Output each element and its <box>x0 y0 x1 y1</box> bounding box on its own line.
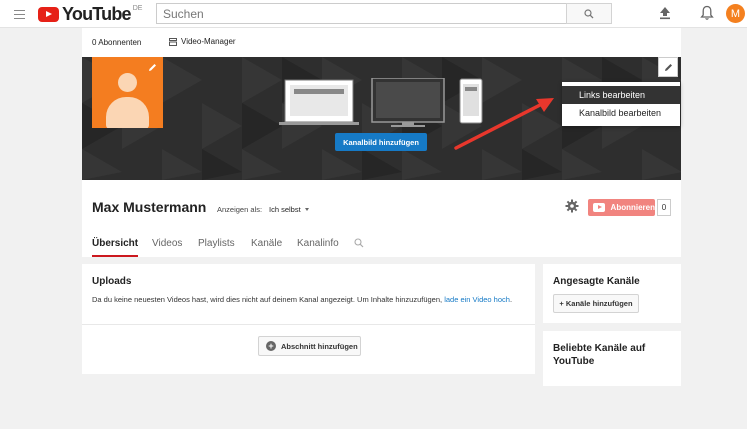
plus-icon: + <box>266 341 276 351</box>
annotation-arrow <box>454 98 554 150</box>
avatar-body <box>106 97 149 128</box>
youtube-logo[interactable]: YouTube DE <box>38 4 142 24</box>
uploads-description: Da du keine neuesten Videos hast, wird d… <box>92 295 522 305</box>
tab-channels[interactable]: Kanäle <box>251 238 282 257</box>
edit-banner-button[interactable] <box>658 57 678 77</box>
pencil-icon <box>664 63 672 71</box>
add-channels-button[interactable]: + Kanäle hinzufügen <box>553 294 639 313</box>
view-as-dropdown[interactable]: Ich selbst <box>269 205 309 214</box>
subscriber-count: 0 Abonnenten <box>92 38 142 47</box>
add-section-label: Abschnitt hinzufügen <box>281 341 358 351</box>
logo-text: YouTube <box>62 3 132 24</box>
subscriber-count-badge: 0 <box>657 199 671 216</box>
popular-channels-title: Beliebte Kanäle auf YouTube <box>553 343 646 367</box>
youtube-play-icon <box>38 6 59 22</box>
search-button[interactable] <box>566 3 612 24</box>
add-section-button[interactable]: + Abschnitt hinzufügen <box>258 336 361 356</box>
menu-item-edit-channel-art[interactable]: Kanalbild bearbeiten <box>562 104 680 122</box>
tab-videos[interactable]: Videos <box>152 238 182 257</box>
channel-subbar: 0 Abonnenten Video-Manager <box>82 28 681 57</box>
view-as-label: Anzeigen als: <box>217 205 263 214</box>
divider <box>82 324 535 325</box>
youtube-play-icon <box>593 203 605 212</box>
edit-avatar-button[interactable] <box>142 57 162 77</box>
pencil-icon <box>148 63 156 71</box>
logo-region: DE <box>132 5 143 12</box>
upload-icon[interactable] <box>658 6 672 20</box>
menu-icon[interactable] <box>14 7 25 21</box>
menu-item-edit-links[interactable]: Links bearbeiten <box>562 86 680 104</box>
bell-icon[interactable] <box>700 5 714 21</box>
search-input[interactable] <box>156 3 566 24</box>
account-avatar[interactable]: M <box>726 4 745 23</box>
search-icon <box>584 8 594 18</box>
masthead: YouTube DE M <box>0 0 747 28</box>
video-manager-label: Video-Manager <box>181 37 236 46</box>
tab-overview[interactable]: Übersicht <box>92 238 139 257</box>
channel-title: Max Mustermann <box>92 199 207 215</box>
search-bar <box>156 3 612 24</box>
uploads-text: Da du keine neuesten Videos hast, wird d… <box>92 295 443 304</box>
channel-tabs: Übersicht Videos Playlists Kanäle Kanali… <box>82 231 681 257</box>
uploads-title: Uploads <box>92 276 132 287</box>
avatar-head <box>118 73 137 92</box>
add-channel-art-button[interactable]: Kanalbild hinzufügen <box>335 133 427 151</box>
search-icon[interactable] <box>354 238 364 248</box>
channel-header: 0 Abonnenten Video-Manager Kanalbild hin… <box>82 28 681 257</box>
uploads-section: Uploads Da du keine neuesten Videos hast… <box>82 264 535 374</box>
tab-playlists[interactable]: Playlists <box>198 238 235 257</box>
subscribe-label: Abonnieren <box>610 203 655 212</box>
tab-about[interactable]: Kanalinfo <box>297 238 339 257</box>
gear-icon[interactable] <box>565 199 579 213</box>
video-manager-icon <box>169 37 177 46</box>
upload-video-link[interactable]: lade ein Video hoch <box>444 295 510 304</box>
uploads-text-end: . <box>509 295 513 304</box>
banner-edit-menu: Links bearbeiten Kanalbild bearbeiten <box>562 82 680 126</box>
featured-channels-card: Angesagte Kanäle + Kanäle hinzufügen <box>543 264 681 323</box>
featured-channels-title: Angesagte Kanäle <box>553 276 640 287</box>
subscribe-button[interactable]: Abonnieren <box>588 199 655 216</box>
video-manager-link[interactable]: Video-Manager <box>169 37 236 46</box>
popular-channels-card: Beliebte Kanäle auf YouTube <box>543 331 681 386</box>
